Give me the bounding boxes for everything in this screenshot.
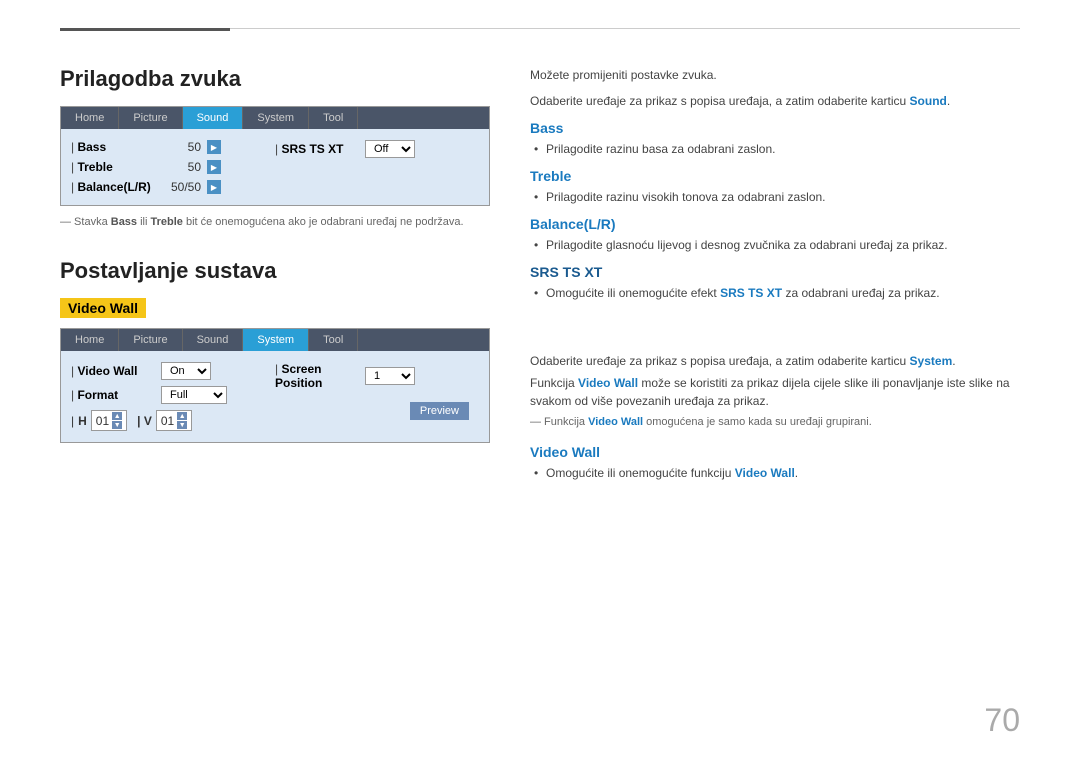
h-down-arrow[interactable]: ▼ — [112, 421, 122, 429]
videowall-desc: Omogućite ili onemogućite funkciju Video… — [530, 464, 1020, 482]
v-value: 01 — [161, 414, 174, 428]
v-spinners: ▲ ▼ — [177, 412, 187, 429]
section1-intro2: Odaberite uređaje za prikaz s popisa ure… — [530, 92, 1020, 110]
panel1-tabs: Home Picture Sound System Tool — [61, 107, 489, 129]
tab-picture[interactable]: Picture — [119, 107, 182, 129]
tab-home[interactable]: Home — [61, 107, 119, 129]
treble-desc: Prilagodite razinu visokih tonova za oda… — [530, 188, 1020, 206]
section2: Postavljanje sustava Video Wall Home Pic… — [60, 258, 490, 443]
bass-desc: Prilagodite razinu basa za odabrani zasl… — [530, 140, 1020, 158]
treble-label: | Treble — [71, 160, 161, 174]
treble-arrow[interactable]: ▶ — [207, 160, 221, 174]
section1: Prilagodba zvuka Home Picture Sound Syst… — [60, 66, 490, 228]
h-value: 01 — [96, 414, 109, 428]
panel1-right-col: | SRS TS XT Off On — [275, 137, 479, 197]
section2-intro1: Odaberite uređaje za prikaz s popisa ure… — [530, 352, 1020, 370]
balance-heading: Balance(L/R) — [530, 216, 1020, 232]
preview-button[interactable]: Preview — [410, 402, 469, 420]
videowall-label: | Video Wall — [71, 364, 161, 378]
left-column: Prilagodba zvuka Home Picture Sound Syst… — [60, 66, 490, 486]
panel2-right-col: | Screen Position 1 Preview — [275, 359, 479, 434]
v-spinbox: 01 ▲ ▼ — [156, 410, 192, 431]
tab2-picture[interactable]: Picture — [119, 329, 182, 351]
bass-label: | Bass — [71, 140, 161, 154]
screenpos-select[interactable]: 1 — [365, 367, 415, 385]
section2-right: Odaberite uređaje za prikaz s popisa ure… — [530, 352, 1020, 482]
videowall-row: | Video Wall On Off — [71, 359, 275, 383]
bass-arrow[interactable]: ▶ — [207, 140, 221, 154]
section1-note: — Stavka Bass ili Treble bit će onemoguć… — [60, 216, 490, 228]
format-row: | Format Full Natural — [71, 383, 275, 407]
panel2-body: | Video Wall On Off | Format — [61, 351, 489, 442]
tab-tool[interactable]: Tool — [309, 107, 358, 129]
treble-row: | Treble 50 ▶ — [71, 157, 275, 177]
bass-value: 50 — [161, 140, 201, 154]
panel1-left-col: | Bass 50 ▶ | Treble 50 ▶ — [71, 137, 275, 197]
screenpos-row: | Screen Position 1 — [275, 359, 479, 393]
srs-select[interactable]: Off On — [365, 140, 415, 158]
section2-title: Postavljanje sustava — [60, 258, 490, 284]
balance-arrow[interactable]: ▶ — [207, 180, 221, 194]
h-spinbox: 01 ▲ ▼ — [91, 410, 127, 431]
panel2-row-group: | Video Wall On Off | Format — [71, 359, 479, 434]
tab2-home[interactable]: Home — [61, 329, 119, 351]
balance-desc: Prilagodite glasnoću lijevog i desnog zv… — [530, 236, 1020, 254]
panel1-row-group: | Bass 50 ▶ | Treble 50 ▶ — [71, 137, 479, 197]
tab-sound[interactable]: Sound — [183, 107, 244, 129]
video-wall-badge: Video Wall — [60, 298, 146, 318]
videowall-heading: Video Wall — [530, 444, 1020, 460]
balance-row: | Balance(L/R) 50/50 ▶ — [71, 177, 275, 197]
top-accent-line — [60, 28, 230, 31]
treble-heading: Treble — [530, 168, 1020, 184]
panel2-left-col: | Video Wall On Off | Format — [71, 359, 275, 434]
srs-heading: SRS TS XT — [530, 264, 1020, 280]
srs-row: | SRS TS XT Off On — [275, 137, 479, 161]
balance-label: | Balance(L/R) — [71, 180, 161, 194]
section1-right: Možete promijeniti postavke zvuka. Odabe… — [530, 66, 1020, 302]
tab-system[interactable]: System — [243, 107, 309, 129]
system-panel: Home Picture Sound System Tool | Video W… — [60, 328, 490, 443]
balance-value: 50/50 — [161, 180, 201, 194]
srs-label: | SRS TS XT — [275, 142, 365, 156]
section1-title: Prilagodba zvuka — [60, 66, 490, 92]
sound-panel: Home Picture Sound System Tool | Bass — [60, 106, 490, 206]
h-up-arrow[interactable]: ▲ — [112, 412, 122, 420]
format-label: | Format — [71, 388, 161, 402]
panel2-tabs: Home Picture Sound System Tool — [61, 329, 489, 351]
bass-row: | Bass 50 ▶ — [71, 137, 275, 157]
format-select[interactable]: Full Natural — [161, 386, 227, 404]
h-spinners: ▲ ▼ — [112, 412, 122, 429]
treble-value: 50 — [161, 160, 201, 174]
page-number: 70 — [984, 702, 1020, 739]
videowall-select[interactable]: On Off — [161, 362, 211, 380]
preview-row: Preview — [275, 399, 479, 423]
tab2-system[interactable]: System — [243, 329, 309, 351]
section2-intro2: Funkcija Video Wall može se koristiti za… — [530, 374, 1020, 410]
v-down-arrow[interactable]: ▼ — [177, 421, 187, 429]
tab2-tool[interactable]: Tool — [309, 329, 358, 351]
section2-note: — Funkcija Video Wall omogućena je samo … — [530, 416, 1020, 428]
panel1-body: | Bass 50 ▶ | Treble 50 ▶ — [61, 129, 489, 205]
screenpos-label: | Screen Position — [275, 362, 365, 390]
right-column: Možete promijeniti postavke zvuka. Odabe… — [530, 66, 1020, 486]
srs-desc: Omogućite ili onemogućite efekt SRS TS X… — [530, 284, 1020, 302]
tab2-sound[interactable]: Sound — [183, 329, 244, 351]
hv-row: | H 01 ▲ ▼ | V — [71, 407, 275, 434]
section1-intro1: Možete promijeniti postavke zvuka. — [530, 66, 1020, 84]
bass-heading: Bass — [530, 120, 1020, 136]
v-up-arrow[interactable]: ▲ — [177, 412, 187, 420]
